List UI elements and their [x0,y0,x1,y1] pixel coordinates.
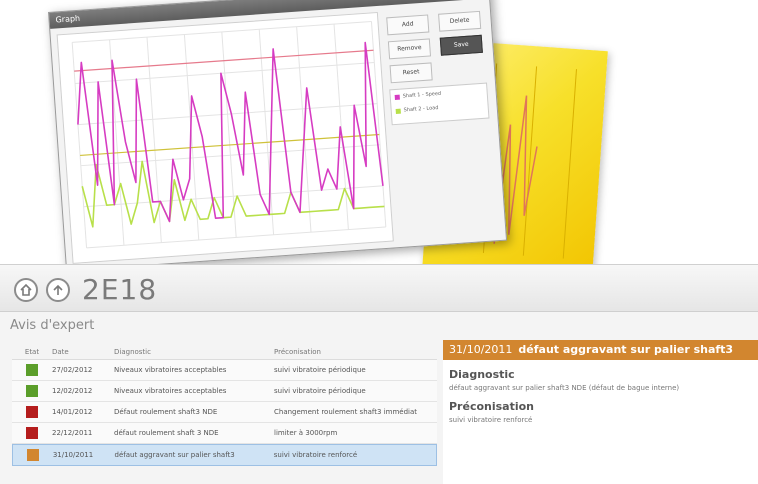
table-row[interactable]: 14/01/2012 Défaut roulement shaft3 NDE Cha… [12,402,437,423]
legend-label: Shaft 1 - Speed [402,90,442,100]
status-swatch [26,364,38,376]
line-chart [71,20,387,249]
chart-add-button[interactable]: Add [386,14,430,36]
top-toolbar: 2E18 [0,265,758,312]
date-cell: 22/12/2011 [52,429,93,437]
chart-window-title: Graph [55,13,81,25]
grid-line [146,37,162,243]
detail-date: 31/10/2011 [449,343,513,356]
preconisation-cell: suivi vibratoire périodique [274,387,366,395]
table-row[interactable]: 27/02/2012 Niveaux vibratoires acceptable… [12,360,437,381]
grid-line [71,42,88,248]
up-button[interactable] [46,278,70,302]
diagnostic-cell: défaut roulement shaft 3 NDE [114,429,219,437]
arrow-up-icon [53,284,63,295]
chart-delete-button[interactable]: Delete [438,10,482,32]
date-cell: 12/02/2012 [52,387,93,395]
expert-opinion-table: Etat Date Diagnostic Préconisation 27/02… [12,345,437,466]
status-swatch [26,449,39,461]
status-cell [12,427,52,439]
threshold-line [74,49,374,72]
detail-panel: 31/10/2011 défaut aggravant sur palier sh… [443,340,758,484]
home-button[interactable] [14,278,38,302]
column-header-etat[interactable]: Etat [12,348,52,356]
diagnostic-cell: Niveaux vibratoires acceptables [114,366,227,374]
status-swatch [26,427,38,439]
legend-swatch [395,108,401,114]
column-header-date[interactable]: Date [52,348,114,356]
table-header: Etat Date Diagnostic Préconisation [12,345,437,360]
grid-line [83,185,383,208]
diagnostic-text: défaut aggravant sur palier shaft3 NDE (… [449,384,680,392]
diagnostic-cell: Défaut roulement shaft3 NDE [114,408,218,416]
date-cell: 31/10/2011 [52,451,94,459]
status-swatch [26,385,38,397]
date-cell: 14/01/2012 [52,408,93,416]
chart-plot-area [56,11,394,264]
diagnostic-cell: Niveaux vibratoires acceptables [114,387,227,395]
status-cell [12,385,52,397]
grid-line [86,226,386,249]
detail-header: 31/10/2011 défaut aggravant sur palier sh… [443,340,758,360]
diagnostic-cell: défaut aggravant sur palier shaft3 [114,451,235,459]
detail-title: défaut aggravant sur palier shaft3 [518,343,734,356]
diagnostic-heading: Diagnostic [449,368,515,381]
column-header-diagnostic[interactable]: Diagnostic [114,348,274,356]
chart-remove-button[interactable]: Remove [387,38,432,60]
table-row[interactable]: 12/02/2012 Niveaux vibratoires acceptable… [12,381,437,402]
table-row[interactable]: 22/12/2011 défaut roulement shaft 3 NDE li… [12,423,437,444]
chart-legend: Shaft 1 - Speed Shaft 2 - Load [389,82,490,126]
status-swatch [26,406,38,418]
home-icon [20,283,32,296]
page-title: 2E18 [82,273,158,306]
chart-window: Graph ✕ Add Remove Reset Delete Save Sha… [48,0,508,272]
status-cell [13,449,53,461]
preconisation-cell: limiter à 3000rpm [274,429,338,437]
chart-side-panel: Add Remove Reset Delete Save Shaft 1 - S… [382,4,502,241]
legend-swatch [394,94,400,100]
legend-label: Shaft 2 - Load [403,105,439,114]
preconisation-heading: Préconisation [449,400,535,413]
grid-line [183,34,200,241]
grid-line [72,20,372,43]
table-row[interactable]: 31/10/2011 défaut aggravant sur palier sh… [12,444,437,466]
status-cell [12,364,52,376]
section-title: Avis d'expert [10,318,95,333]
preconisation-text: suivi vibratoire renforcé [449,416,533,424]
status-cell [12,406,52,418]
preconisation-cell: suivi vibratoire renforcé [273,451,358,459]
grid-line [75,62,375,84]
expert-app: 2E18 Avis d'expert Etat Date Diagnostic … [0,264,758,484]
chart-save-button[interactable]: Save [439,34,483,56]
column-header-preconisation[interactable]: Préconisation [274,348,437,356]
preconisation-cell: Changement roulement shaft3 immédiat [274,408,418,416]
preconisation-cell: suivi vibratoire périodique [274,366,366,374]
grid-line [80,144,381,167]
chart-reset-button[interactable]: Reset [389,62,433,84]
date-cell: 27/02/2012 [52,366,93,374]
